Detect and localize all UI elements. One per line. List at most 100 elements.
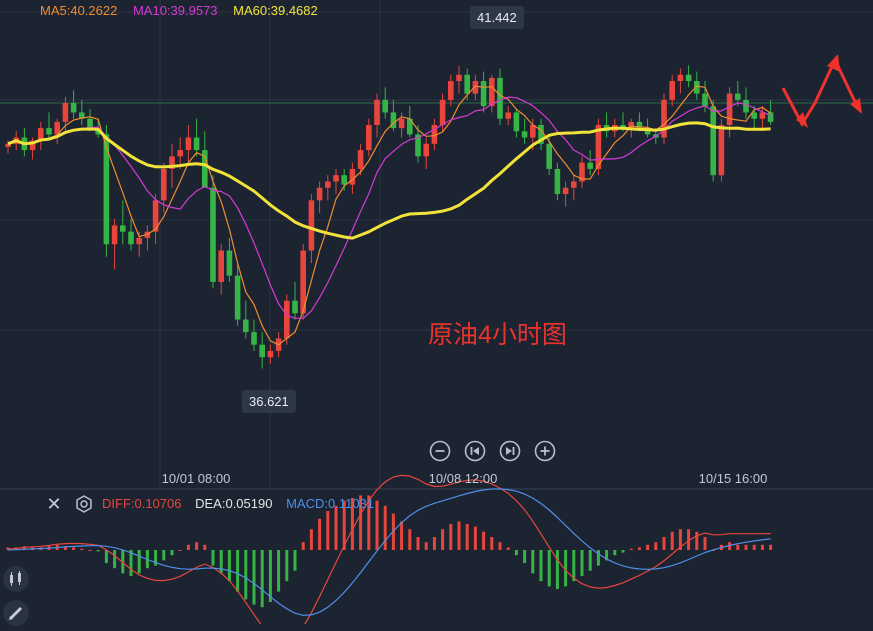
close-icon: ✕ xyxy=(46,494,62,514)
candlestick-icon xyxy=(10,571,21,586)
macd-bar xyxy=(203,544,207,550)
macd-bar xyxy=(80,548,84,550)
ma60-value: MA60:39.4682 xyxy=(233,3,318,18)
macd-bar xyxy=(465,524,469,550)
candle xyxy=(218,250,224,282)
scroll-right-button[interactable] xyxy=(499,440,521,462)
candle xyxy=(292,300,298,314)
candle xyxy=(489,77,495,107)
macd-bar xyxy=(416,537,420,550)
candle xyxy=(669,81,675,100)
x-tick-2: 10/08 12:00 xyxy=(428,471,498,486)
candles xyxy=(5,65,774,369)
macd-bar xyxy=(277,550,281,592)
macd-bar xyxy=(670,531,674,550)
candle xyxy=(349,168,356,185)
candle xyxy=(251,332,257,345)
plus-circle-icon xyxy=(534,440,556,462)
macd-bar xyxy=(637,547,641,550)
macd-bar xyxy=(408,529,412,550)
macd-bar xyxy=(621,550,625,553)
macd-bar xyxy=(72,547,76,550)
candle xyxy=(423,143,429,157)
ma10-value: MA10:39.9573 xyxy=(132,3,218,18)
close-indicator-button[interactable]: ✕ xyxy=(44,494,64,514)
ma5-value: MA5:40.2622 xyxy=(40,3,118,18)
candle xyxy=(70,103,77,113)
macd-bar xyxy=(211,550,215,566)
macd-histogram xyxy=(6,495,773,608)
macd-value: MACD:0.11031 xyxy=(286,496,375,511)
candle xyxy=(694,81,700,94)
macd-bar xyxy=(178,550,182,551)
candle xyxy=(136,237,142,245)
macd-bar xyxy=(596,550,600,566)
macd-bar xyxy=(473,526,477,550)
macd-bar xyxy=(285,550,289,582)
macd-bar xyxy=(236,550,240,592)
candle xyxy=(497,77,503,119)
scroll-left-button[interactable] xyxy=(464,440,486,462)
candle xyxy=(185,137,192,151)
macd-bar xyxy=(613,550,617,556)
candle xyxy=(456,74,462,82)
candle xyxy=(710,106,716,176)
macd-bar xyxy=(457,521,461,550)
macd-bar xyxy=(244,550,248,600)
skip-forward-icon xyxy=(499,440,521,462)
macd-bar xyxy=(523,550,527,563)
price-chart[interactable] xyxy=(0,0,873,624)
chart-type-button[interactable] xyxy=(3,566,29,592)
candle xyxy=(366,124,372,151)
candle xyxy=(448,81,454,100)
candle xyxy=(308,200,315,251)
candle xyxy=(513,112,520,132)
candle xyxy=(521,131,528,138)
candle xyxy=(210,187,216,282)
pencil-icon xyxy=(9,606,23,620)
candle xyxy=(677,74,684,82)
candle xyxy=(554,168,561,195)
candle xyxy=(505,112,511,119)
macd-bar xyxy=(531,550,535,574)
candle xyxy=(464,74,470,94)
candle xyxy=(193,137,200,151)
zoom-out-button[interactable] xyxy=(429,440,451,462)
macd-bar xyxy=(646,544,650,550)
diff-value: DIFF:0.10706 xyxy=(102,496,182,511)
candle xyxy=(726,93,733,125)
forecast-path xyxy=(781,56,860,128)
indicator-settings-button[interactable] xyxy=(74,494,94,514)
macd-bar xyxy=(129,550,133,576)
zoom-in-button[interactable] xyxy=(534,440,556,462)
ma-legend: MA5:40.2622 MA10:39.9573 MA60:39.4682 xyxy=(40,3,330,18)
high-price-label: 41.442 xyxy=(470,6,524,29)
macd-bar xyxy=(88,550,92,551)
candle xyxy=(702,93,708,107)
macd-bar xyxy=(326,511,330,550)
candle xyxy=(46,128,52,135)
x-tick-3: 10/15 16:00 xyxy=(698,471,768,486)
macd-bar xyxy=(703,537,707,550)
macd-bar xyxy=(662,537,666,550)
macd-bar xyxy=(318,518,322,550)
candle xyxy=(284,300,290,339)
candle xyxy=(111,225,118,245)
candle xyxy=(333,175,339,182)
macd-bar xyxy=(498,542,502,550)
macd-bar xyxy=(195,542,199,550)
candle xyxy=(743,99,749,113)
draw-tool-button[interactable] xyxy=(3,600,29,626)
macd-bar xyxy=(432,537,436,550)
candle xyxy=(259,344,265,358)
macd-bar xyxy=(400,521,404,550)
chart-title: 原油4小时图 xyxy=(428,321,567,349)
macd-bar xyxy=(736,544,740,550)
macd-bar xyxy=(482,531,486,550)
candle xyxy=(439,99,446,125)
minus-circle-icon xyxy=(429,440,451,462)
macd-bar xyxy=(424,542,428,550)
low-price-label: 36.621 xyxy=(242,390,296,413)
macd-bar xyxy=(629,548,633,550)
settings-icon xyxy=(76,495,92,513)
